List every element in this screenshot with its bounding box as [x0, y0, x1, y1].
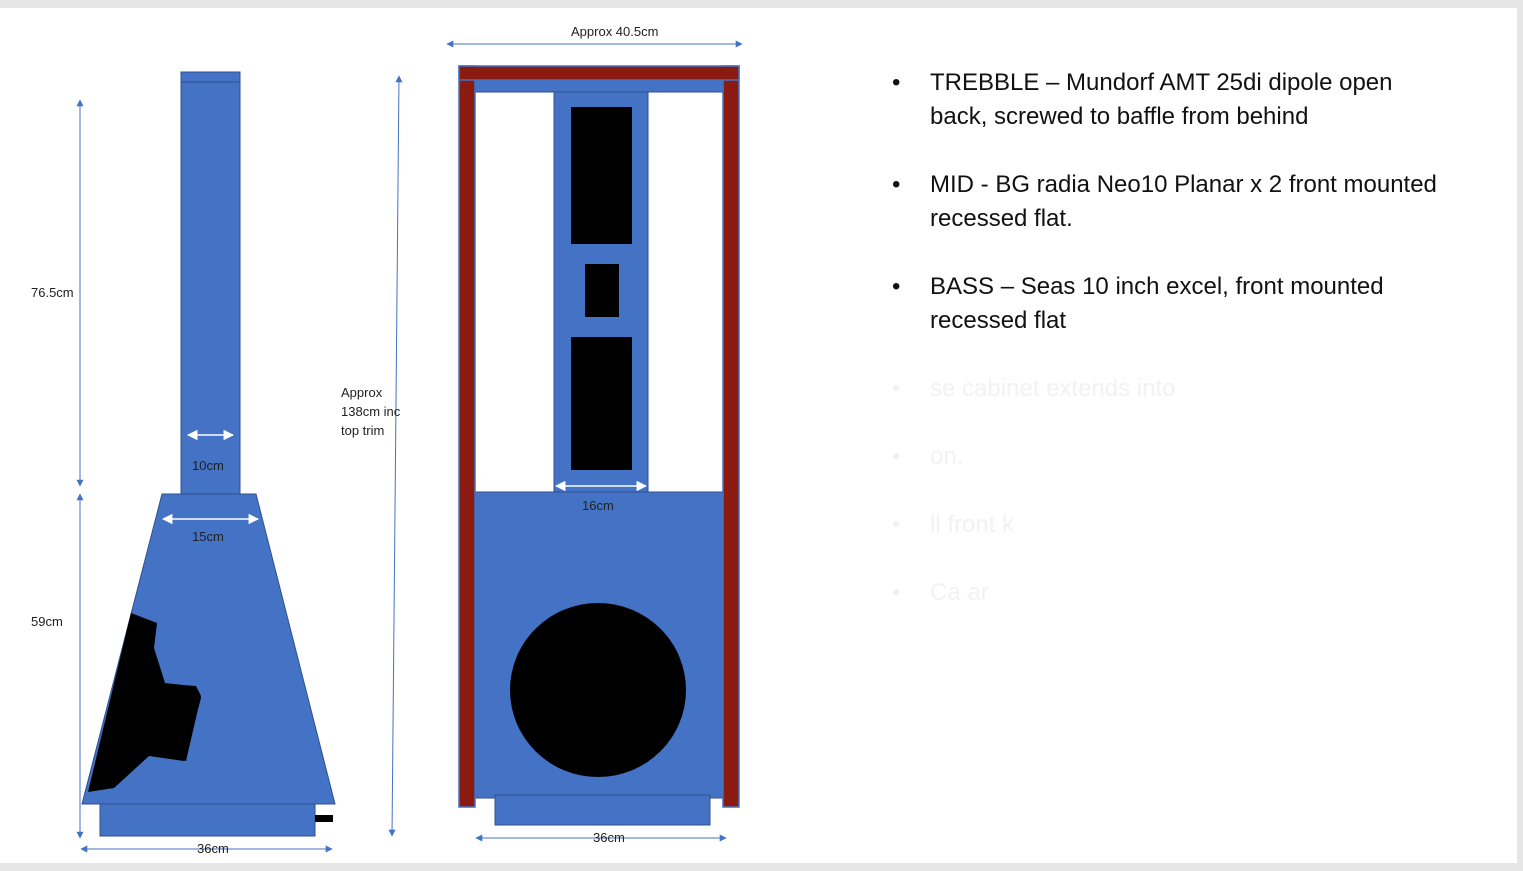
tweeter-amt — [585, 264, 619, 317]
side-view — [81, 71, 336, 837]
bullet-faint-4: Ca ar — [890, 576, 1450, 610]
bullet-mid: MID - BG radia Neo10 Planar x 2 front mo… — [890, 168, 1450, 236]
label-side-top-width: 10cm — [192, 458, 224, 473]
label-side-top-height: 76.5cm — [31, 285, 74, 300]
label-front-base-width: 36cm — [593, 830, 625, 845]
driver-bullet-list: TREBBLE – Mundorf AMT 25di dipole open b… — [890, 66, 1450, 644]
bullet-bass: BASS – Seas 10 inch excel, front mounted… — [890, 270, 1450, 338]
bullet-faint-2: on. — [890, 440, 1450, 474]
label-front-mid-width: 16cm — [582, 498, 614, 513]
trim-left — [458, 65, 476, 808]
front-view — [458, 65, 740, 826]
bullet-faint-3: ll front k — [890, 508, 1450, 542]
label-front-width: Approx 40.5cm — [571, 24, 658, 39]
bullet-faint-1: se cabinet extends into — [890, 372, 1450, 406]
side-terminal — [315, 815, 333, 822]
bass-woofer — [510, 603, 686, 777]
front-plinth — [494, 794, 711, 826]
label-total-height: Approx 138cm inc top trim — [341, 385, 404, 438]
side-plinth — [99, 803, 316, 837]
label-side-mid-width: 15cm — [192, 529, 224, 544]
slide: 76.5cm 59cm 10cm 15cm 36cm Approx 138cm … — [0, 8, 1517, 863]
dim-total-height — [388, 75, 403, 837]
mid-driver-upper — [571, 107, 632, 244]
side-top-cap — [180, 71, 241, 83]
label-side-bottom-height: 59cm — [31, 614, 63, 629]
trim-top — [458, 65, 740, 81]
label-side-base-width: 36cm — [197, 841, 229, 856]
side-upper-column — [180, 81, 241, 495]
bullet-treble: TREBBLE – Mundorf AMT 25di dipole open b… — [890, 66, 1450, 134]
front-top-trim-strip — [474, 79, 724, 93]
trim-right — [722, 65, 740, 808]
mid-driver-lower — [571, 337, 632, 470]
